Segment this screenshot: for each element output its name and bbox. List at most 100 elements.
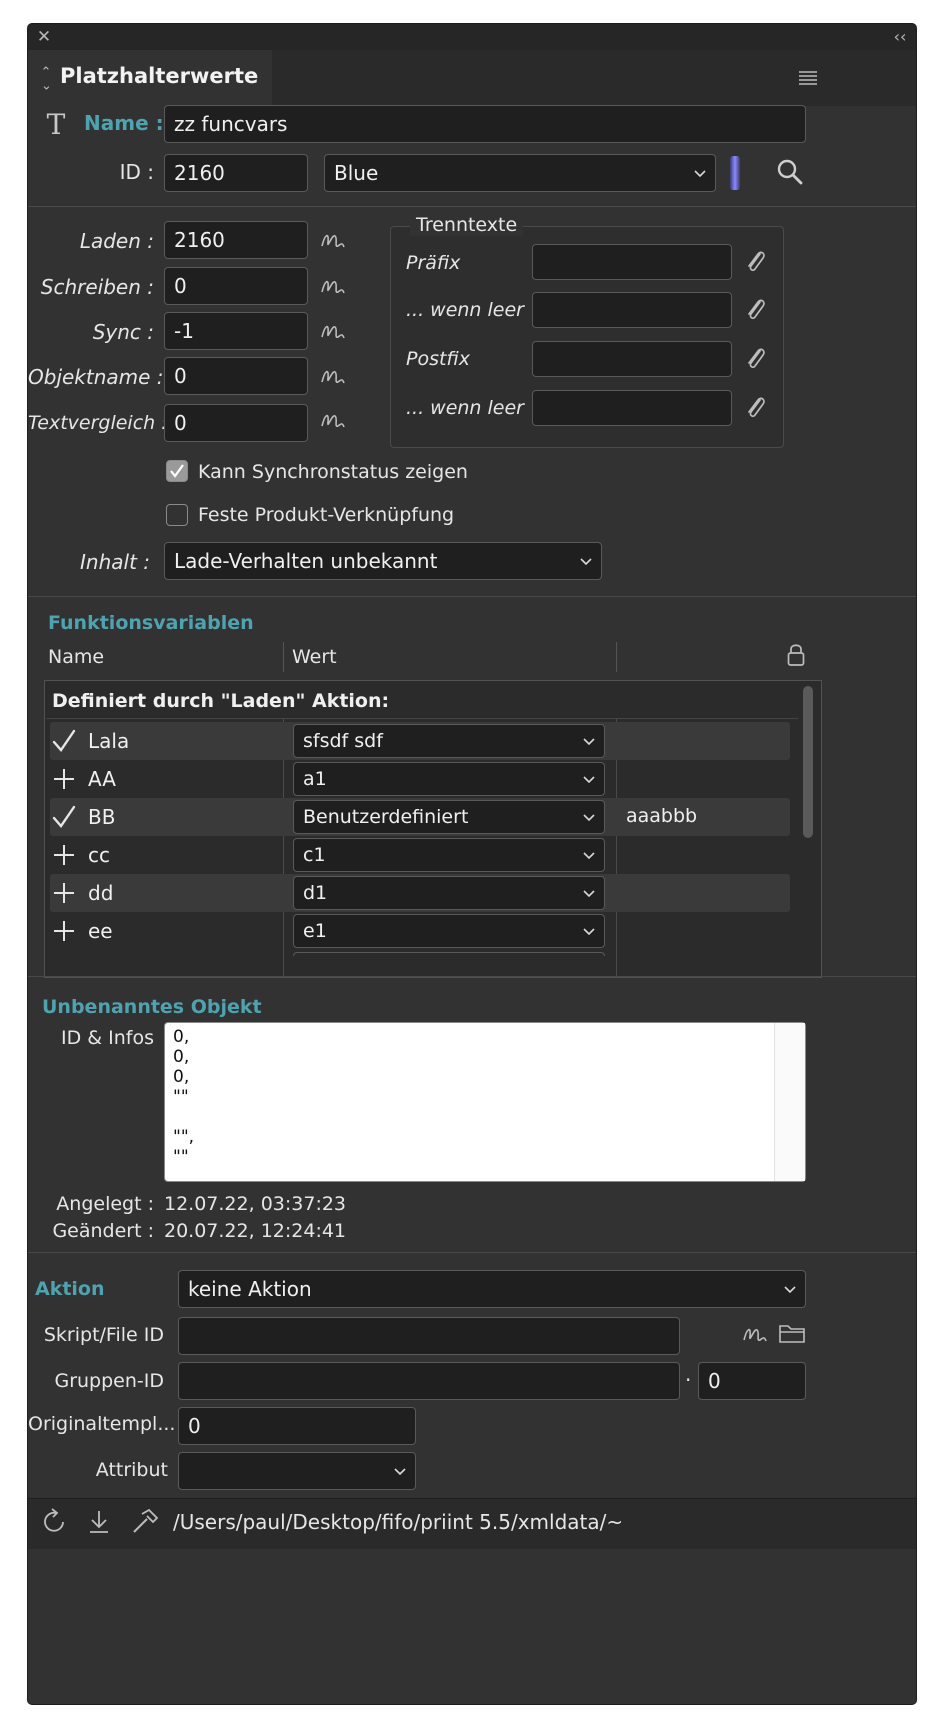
col-header-name: Name xyxy=(48,646,105,668)
plus-icon[interactable] xyxy=(52,880,76,906)
sync-field[interactable]: -1 xyxy=(164,312,308,350)
color-select-value: Blue xyxy=(334,161,379,185)
geaendert-label: Geändert : xyxy=(52,1220,154,1242)
chevron-down-icon xyxy=(580,558,592,566)
checkmark-icon[interactable] xyxy=(52,728,76,754)
skript-field[interactable] xyxy=(178,1317,680,1355)
checkmark-icon[interactable] xyxy=(52,804,76,830)
variable-name: AA xyxy=(88,767,116,791)
hammer-icon[interactable] xyxy=(130,1508,160,1536)
funktionsvariablen-title: Funktionsvariablen xyxy=(48,612,254,634)
divider xyxy=(28,206,916,207)
schreiben-label: Schreiben : xyxy=(40,275,154,299)
infos-label: ID & Infos xyxy=(61,1027,154,1049)
panel-title: Platzhalterwerte xyxy=(60,64,259,88)
objektname-field[interactable]: 0 xyxy=(164,357,308,395)
variable-value: Benutzerdefiniert xyxy=(303,806,469,828)
script-edit-icon[interactable] xyxy=(320,319,346,343)
id-label: ID : xyxy=(119,160,154,184)
infos-textarea[interactable]: 0, 0, 0, "" "", "" xyxy=(164,1022,806,1182)
praefix-field[interactable] xyxy=(532,244,732,280)
id-field[interactable]: 2160 xyxy=(164,154,308,192)
variable-name: Lala xyxy=(88,729,130,753)
wenn-leer-2-label: ... wenn leer xyxy=(406,397,524,419)
variable-value-select[interactable]: e1 xyxy=(293,914,605,948)
variable-value-select[interactable]: d1 xyxy=(293,876,605,910)
close-icon[interactable]: ✕ xyxy=(34,27,54,47)
gruppen-field-2[interactable]: 0 xyxy=(698,1362,806,1400)
laden-field[interactable]: 2160 xyxy=(164,221,308,259)
variable-name: dd xyxy=(88,881,114,905)
script-edit-icon[interactable] xyxy=(320,274,346,298)
variable-name: BB xyxy=(88,805,116,829)
download-icon[interactable] xyxy=(86,1508,112,1536)
lock-icon[interactable] xyxy=(786,642,806,668)
refresh-icon[interactable] xyxy=(42,1508,68,1536)
script-edit-icon[interactable] xyxy=(742,1322,768,1346)
wenn-leer-1-field[interactable] xyxy=(532,292,732,328)
plus-icon[interactable] xyxy=(52,766,76,792)
script-edit-icon[interactable] xyxy=(320,364,346,388)
color-select[interactable]: Blue xyxy=(324,154,716,192)
variable-value-select[interactable]: Benutzerdefiniert xyxy=(293,800,605,834)
script-edit-icon[interactable] xyxy=(320,408,346,432)
produkt-label: Feste Produkt-Verknüpfung xyxy=(198,504,455,526)
inhalt-label: Inhalt : xyxy=(80,550,150,574)
paperclip-icon[interactable] xyxy=(744,343,768,373)
attribut-select[interactable] xyxy=(178,1452,416,1490)
folder-icon[interactable] xyxy=(778,1322,806,1344)
plus-icon[interactable] xyxy=(52,842,76,868)
panel-menu-icon[interactable] xyxy=(798,70,818,86)
chevron-down-icon xyxy=(583,928,595,936)
variable-value-select[interactable]: a1 xyxy=(293,762,605,796)
script-edit-icon[interactable] xyxy=(320,228,346,252)
variable-value-select[interactable]: c1 xyxy=(293,838,605,872)
tab-platzhalterwerte[interactable]: ⌃ ⌃ Platzhalterwerte xyxy=(28,50,272,106)
scrollbar-thumb[interactable] xyxy=(803,686,813,838)
aktion-select-value: keine Aktion xyxy=(188,1277,312,1301)
group-header: Definiert durch "Laden" Aktion: xyxy=(52,690,390,712)
footer-path: /Users/paul/Desktop/fifo/priint 5.5/xmld… xyxy=(173,1510,624,1534)
variable-extra[interactable]: aaabbb xyxy=(626,805,697,827)
postfix-field[interactable] xyxy=(532,341,732,377)
chevron-down-icon xyxy=(394,1468,406,1476)
variable-value-select[interactable] xyxy=(293,952,605,956)
aktion-select[interactable]: keine Aktion xyxy=(178,1270,806,1308)
produkt-checkbox[interactable] xyxy=(166,504,188,526)
objekt-title: Unbenanntes Objekt xyxy=(42,996,262,1018)
sync-status-checkbox[interactable] xyxy=(166,460,188,482)
gruppen-field[interactable] xyxy=(178,1362,680,1400)
angelegt-label: Angelegt : xyxy=(56,1193,154,1215)
sort-arrows-icon: ⌃ ⌃ xyxy=(40,65,52,91)
tab-strip: ⌃ ⌃ Platzhalterwerte xyxy=(28,50,916,106)
text-type-icon: T xyxy=(46,107,66,141)
chevron-down-icon xyxy=(583,852,595,860)
divider xyxy=(28,976,916,977)
paperclip-icon[interactable] xyxy=(744,294,768,324)
chevron-down-icon xyxy=(583,890,595,898)
group-header-divider xyxy=(46,718,798,719)
paperclip-icon[interactable] xyxy=(744,246,768,276)
checkmark-icon xyxy=(170,464,184,478)
name-field[interactable]: zz funcvars xyxy=(164,105,806,143)
textvergleich-field[interactable]: 0 xyxy=(164,404,308,442)
col-divider xyxy=(283,642,284,672)
objektname-label: Objektname : xyxy=(28,365,164,389)
variable-value: a1 xyxy=(303,768,327,790)
original-field[interactable]: 0 xyxy=(178,1407,416,1445)
search-icon[interactable] xyxy=(776,158,804,186)
inhalt-select[interactable]: Lade-Verhalten unbekannt xyxy=(164,542,602,580)
infos-scrollbar[interactable] xyxy=(774,1023,805,1181)
trenntexte-title: Trenntexte xyxy=(410,214,524,236)
plus-icon[interactable] xyxy=(52,918,76,944)
schreiben-field[interactable]: 0 xyxy=(164,267,308,305)
aktion-title: Aktion xyxy=(35,1278,105,1300)
wenn-leer-2-field[interactable] xyxy=(532,390,732,426)
collapse-icon[interactable]: ‹‹ xyxy=(888,26,912,46)
variable-value: c1 xyxy=(303,844,326,866)
paperclip-icon[interactable] xyxy=(744,392,768,422)
name-label: Name : xyxy=(84,111,164,135)
geaendert-value: 20.07.22, 12:24:41 xyxy=(164,1220,347,1242)
infos-text: 0, 0, 0, "" "", "" xyxy=(173,1027,195,1167)
variable-value-select[interactable]: sfsdf sdf xyxy=(293,724,605,758)
